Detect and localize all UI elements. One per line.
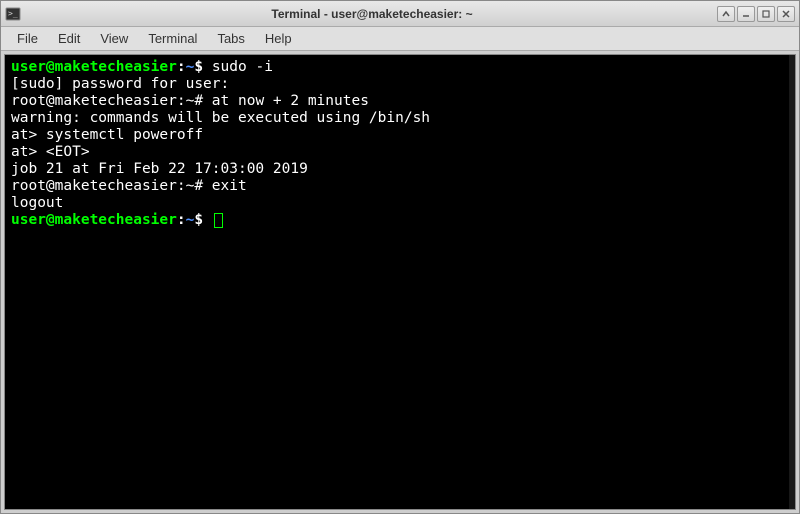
terminal-line: user@maketecheasier:~$	[11, 212, 789, 229]
prompt-symbol: $	[194, 212, 211, 228]
prompt-symbol: $	[194, 59, 211, 75]
cursor	[214, 213, 223, 228]
command-text: exit	[212, 178, 247, 194]
output-text: at> <EOT>	[11, 144, 90, 160]
menu-terminal[interactable]: Terminal	[138, 29, 207, 48]
terminal-window: >_ Terminal - user@maketecheasier: ~ Fil…	[0, 0, 800, 514]
command-text: at now + 2 minutes	[212, 93, 369, 109]
root-prompt: root@maketecheasier:~#	[11, 93, 212, 109]
titlebar[interactable]: >_ Terminal - user@maketecheasier: ~	[1, 1, 799, 27]
menu-edit[interactable]: Edit	[48, 29, 90, 48]
terminal-line: warning: commands will be executed using…	[11, 110, 789, 127]
prompt-sep: :	[177, 212, 186, 228]
menu-file[interactable]: File	[7, 29, 48, 48]
terminal-icon: >_	[5, 6, 21, 22]
window-controls	[717, 6, 795, 22]
output-text: [sudo] password for user:	[11, 76, 229, 92]
maximize-button[interactable]	[757, 6, 775, 22]
terminal-line: user@maketecheasier:~$ sudo -i	[11, 59, 789, 76]
svg-text:>_: >_	[8, 9, 18, 18]
command-text: sudo -i	[212, 59, 273, 75]
terminal-line: logout	[11, 195, 789, 212]
menubar: File Edit View Terminal Tabs Help	[1, 27, 799, 51]
output-text: job 21 at Fri Feb 22 17:03:00 2019	[11, 161, 308, 177]
output-text: logout	[11, 195, 63, 211]
rollup-button[interactable]	[717, 6, 735, 22]
output-text: at> systemctl poweroff	[11, 127, 203, 143]
terminal-line: at> <EOT>	[11, 144, 789, 161]
close-button[interactable]	[777, 6, 795, 22]
terminal-line: root@maketecheasier:~# at now + 2 minute…	[11, 93, 789, 110]
prompt-user: user@maketecheasier	[11, 59, 177, 75]
minimize-button[interactable]	[737, 6, 755, 22]
window-title: Terminal - user@maketecheasier: ~	[27, 7, 717, 21]
terminal-line: at> systemctl poweroff	[11, 127, 789, 144]
root-prompt: root@maketecheasier:~#	[11, 178, 212, 194]
menu-tabs[interactable]: Tabs	[207, 29, 254, 48]
prompt-user: user@maketecheasier	[11, 212, 177, 228]
prompt-sep: :	[177, 59, 186, 75]
scrollbar[interactable]	[789, 55, 795, 509]
terminal-line: job 21 at Fri Feb 22 17:03:00 2019	[11, 161, 789, 178]
menu-view[interactable]: View	[90, 29, 138, 48]
menu-help[interactable]: Help	[255, 29, 302, 48]
terminal-line: root@maketecheasier:~# exit	[11, 178, 789, 195]
terminal-line: [sudo] password for user:	[11, 76, 789, 93]
terminal-viewport[interactable]: user@maketecheasier:~$ sudo -i [sudo] pa…	[4, 54, 796, 510]
output-text: warning: commands will be executed using…	[11, 110, 430, 126]
